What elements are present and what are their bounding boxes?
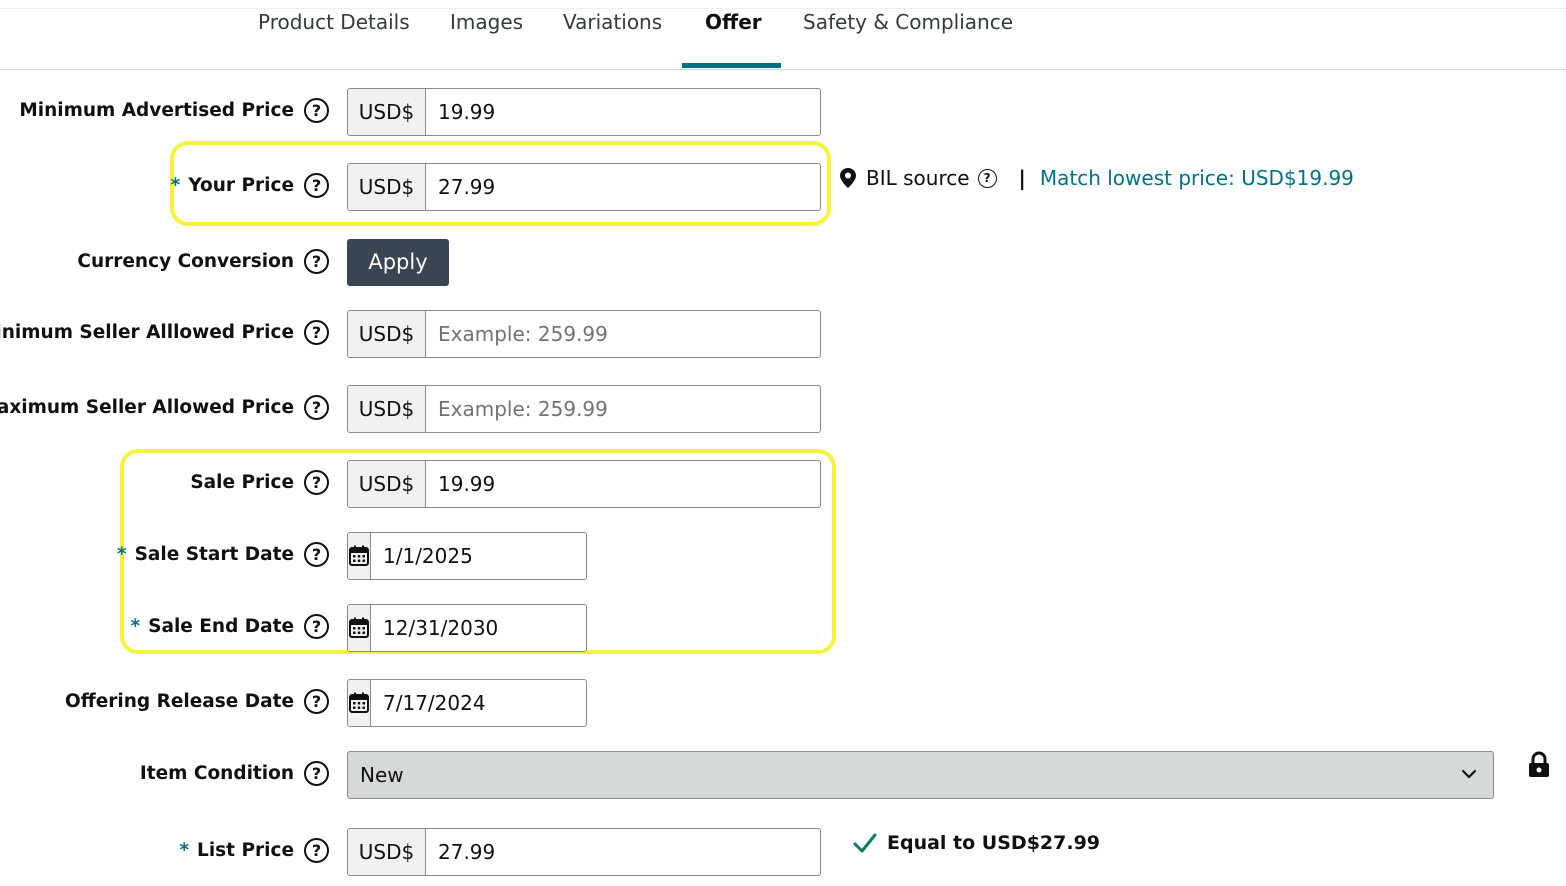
- field-label-text: Sale Start Date: [134, 544, 294, 565]
- help-icon[interactable]: ?: [304, 689, 329, 714]
- item-condition-select[interactable]: New: [347, 751, 1494, 799]
- field-label: * Sale End Date: [130, 616, 294, 637]
- help-icon[interactable]: ?: [304, 395, 329, 420]
- row-sale-end-date: * Sale End Date ?: [0, 604, 1566, 652]
- field-label: Currency Conversion: [77, 251, 294, 272]
- tab-bar: Product Details Images Variations Offer …: [0, 0, 1566, 70]
- required-mark: *: [116, 544, 127, 565]
- field-label-text: List Price: [197, 840, 294, 861]
- location-pin-icon: [840, 168, 856, 188]
- field-label: * Your Price: [171, 175, 294, 196]
- help-icon[interactable]: ?: [304, 173, 329, 198]
- your-price-aside: BIL source ? | Match lowest price: USD$1…: [840, 163, 1354, 193]
- your-price-input[interactable]: USD$: [347, 163, 821, 211]
- currency-prefix: USD$: [348, 386, 426, 432]
- help-icon[interactable]: ?: [304, 470, 329, 495]
- row-offering-release-date: Offering Release Date ?: [0, 679, 1566, 727]
- row-maximum-seller-allowed-price: Maximum Seller Allowed Price ? USD$: [0, 385, 1566, 433]
- chevron-down-icon: [1461, 769, 1477, 779]
- currency-prefix: USD$: [348, 461, 426, 507]
- active-tab-indicator: [682, 63, 781, 68]
- row-sale-price: Sale Price ? USD$: [0, 460, 1566, 508]
- help-icon[interactable]: ?: [304, 249, 329, 274]
- currency-prefix: USD$: [348, 89, 426, 135]
- help-icon[interactable]: ?: [304, 542, 329, 567]
- calendar-icon[interactable]: [348, 533, 371, 579]
- help-icon[interactable]: ?: [304, 320, 329, 345]
- row-minimum-advertised-price: Minimum Advertised Price ? USD$: [0, 88, 1566, 136]
- field-label: Sale Price: [190, 472, 294, 493]
- list-price-note: Equal to USD$27.99: [853, 832, 1100, 854]
- row-list-price: * List Price ? USD$ Equal to USD$27.99: [0, 828, 1566, 876]
- date-value[interactable]: [371, 680, 586, 726]
- tab-safety-compliance[interactable]: Safety & Compliance: [803, 10, 1013, 34]
- help-icon[interactable]: ?: [977, 168, 997, 188]
- price-value[interactable]: [426, 89, 820, 135]
- calendar-icon[interactable]: [348, 605, 371, 651]
- currency-prefix: USD$: [348, 311, 426, 357]
- sale-price-input[interactable]: USD$: [347, 460, 821, 508]
- help-icon[interactable]: ?: [304, 761, 329, 786]
- required-mark: *: [170, 175, 181, 196]
- minimum-advertised-price-input[interactable]: USD$: [347, 88, 821, 136]
- price-value[interactable]: [426, 461, 820, 507]
- sale-start-date-input[interactable]: [347, 532, 587, 580]
- currency-prefix: USD$: [348, 829, 426, 875]
- help-icon[interactable]: ?: [304, 614, 329, 639]
- divider: [0, 8, 1566, 9]
- tab-product-details[interactable]: Product Details: [258, 10, 410, 34]
- field-label: Minimum Advertised Price: [19, 100, 294, 121]
- price-value[interactable]: [426, 311, 820, 357]
- bil-source-label: BIL source: [866, 166, 970, 190]
- field-label: * List Price: [179, 840, 294, 861]
- tab-offer[interactable]: Offer: [705, 10, 762, 34]
- currency-prefix: USD$: [348, 164, 426, 210]
- match-lowest-price-link[interactable]: Match lowest price: USD$19.99: [1040, 166, 1354, 190]
- selected-value: New: [360, 763, 404, 787]
- row-your-price: * Your Price ? USD$ BIL source ? | Match …: [0, 163, 1566, 211]
- minimum-seller-allowed-price-input[interactable]: USD$: [347, 310, 821, 358]
- required-mark: *: [130, 616, 141, 637]
- field-label-text: Your Price: [188, 175, 294, 196]
- field-label: Item Condition: [139, 763, 294, 784]
- row-sale-start-date: * Sale Start Date ?: [0, 532, 1566, 580]
- row-currency-conversion: Currency Conversion ? Apply: [0, 239, 1566, 287]
- date-value[interactable]: [371, 533, 586, 579]
- required-mark: *: [179, 840, 190, 861]
- offering-release-date-input[interactable]: [347, 679, 587, 727]
- field-label: Maximum Seller Allowed Price: [0, 397, 294, 418]
- sale-end-date-input[interactable]: [347, 604, 587, 652]
- apply-button[interactable]: Apply: [347, 239, 449, 286]
- row-minimum-seller-allowed-price: Minimum Seller Alllowed Price ? USD$: [0, 310, 1566, 358]
- row-item-condition: Item Condition ? New: [0, 751, 1566, 799]
- price-value[interactable]: [426, 164, 820, 210]
- help-icon[interactable]: ?: [304, 98, 329, 123]
- field-label: Minimum Seller Alllowed Price: [0, 322, 294, 343]
- calendar-icon[interactable]: [348, 680, 371, 726]
- tab-variations[interactable]: Variations: [563, 10, 662, 34]
- field-label-text: Sale End Date: [148, 616, 294, 637]
- maximum-seller-allowed-price-input[interactable]: USD$: [347, 385, 821, 433]
- list-price-note-text: Equal to USD$27.99: [887, 832, 1101, 854]
- tab-images[interactable]: Images: [450, 10, 523, 34]
- lock-icon: [1529, 751, 1549, 777]
- field-label: * Sale Start Date: [117, 544, 294, 565]
- list-price-input[interactable]: USD$: [347, 828, 821, 876]
- help-icon[interactable]: ?: [304, 838, 329, 863]
- separator: |: [1018, 166, 1026, 190]
- price-value[interactable]: [426, 829, 820, 875]
- date-value[interactable]: [371, 605, 586, 651]
- checkmark-icon: [853, 833, 877, 853]
- price-value[interactable]: [426, 386, 820, 432]
- field-label: Offering Release Date: [65, 691, 294, 712]
